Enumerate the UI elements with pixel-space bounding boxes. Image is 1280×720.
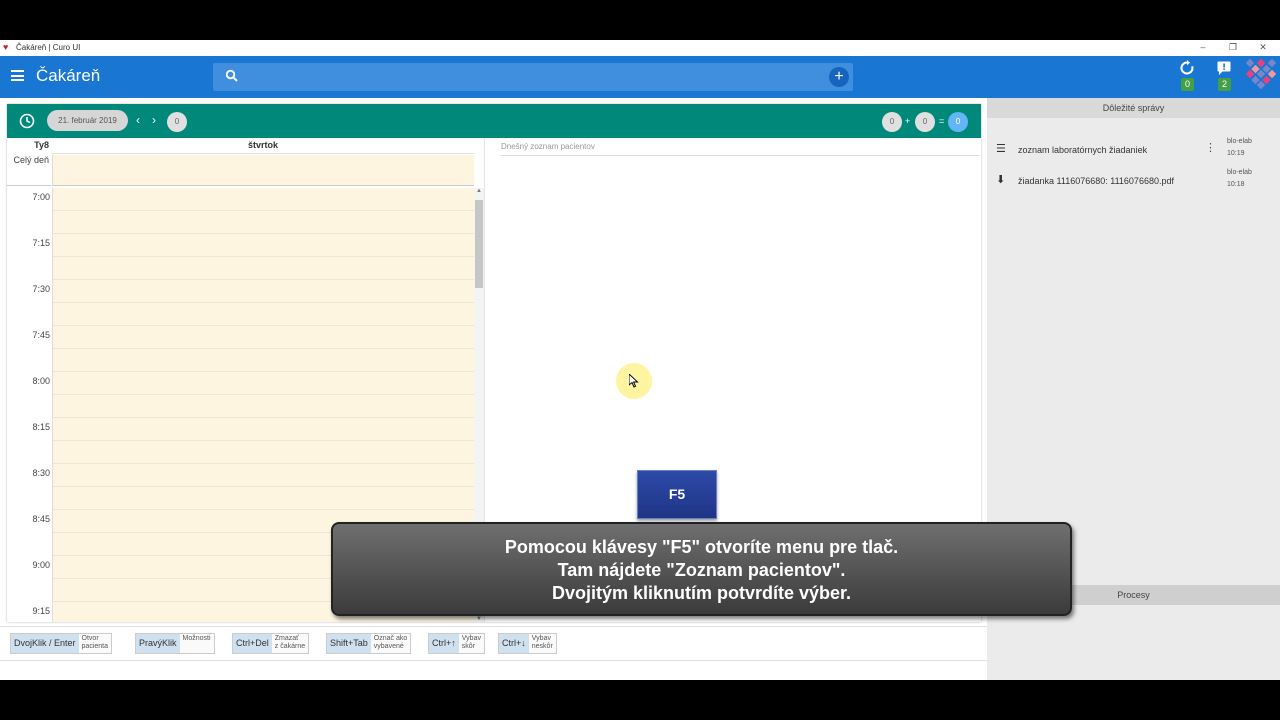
clock-icon[interactable] (18, 112, 36, 130)
week-label: Ty8 (34, 140, 49, 150)
time-label: 9:00 (32, 560, 50, 570)
date-picker[interactable]: 21. február 2019 (47, 110, 128, 131)
message-item[interactable]: ☰ zoznam laboratórnych žiadaniek ⋮ blo-e… (987, 138, 1280, 168)
shortcut-later[interactable]: Ctrl+↓ Vybav neskôr (498, 633, 557, 654)
app-window: ♥ Čakáreň | Curo UI – ❐ ✕ Čakáreň + 0 2 (0, 40, 1280, 680)
shortcut-delete[interactable]: Ctrl+Del Zmazať z čakárne (232, 633, 310, 654)
app-logo-icon: ♥ (3, 42, 9, 52)
message-item[interactable]: ⬇ žiadanka 1116076680: 1116076680.pdf bl… (987, 169, 1280, 199)
search-input[interactable]: + (213, 63, 853, 91)
shortcut-key: PravýKlik (136, 634, 180, 653)
next-day-button[interactable]: › (152, 113, 156, 127)
messages-badge: 2 (1218, 78, 1231, 91)
patient-count-badge: 0 (167, 112, 187, 132)
day-header: štvrtok (52, 140, 474, 154)
shortcut-desc: Otvor pacienta (81, 635, 108, 650)
message-time: 10:18 (1227, 181, 1245, 188)
app-bar: Čakáreň + 0 2 (0, 56, 1280, 98)
calendar-toolbar: 21. február 2019 ‹ › 0 0 + 0 = 0 (7, 104, 981, 138)
restore-button[interactable]: ❐ (1226, 41, 1240, 53)
sync-icon[interactable] (1176, 60, 1198, 80)
tutorial-caption: Pomocou klávesy "F5" otvoríte menu pre t… (331, 522, 1072, 616)
time-label: 7:00 (32, 192, 50, 202)
shortcut-bar: DvojKlik / Enter Otvor pacienta PravýKlik… (0, 626, 987, 660)
time-label: 8:15 (32, 422, 50, 432)
patient-list-header: Dnešný zoznam pacientov (501, 142, 979, 156)
status-line (0, 660, 987, 680)
prev-day-button[interactable]: ‹ (136, 113, 140, 127)
time-label: 7:45 (32, 330, 50, 340)
total-sum: 0 (948, 112, 968, 132)
shortcut-open-patient[interactable]: DvojKlik / Enter Otvor pacienta (10, 633, 112, 654)
caption-line: Tam nájdete "Zoznam pacientov". (557, 560, 846, 580)
shortcut-desc: Označ ako vybavené (373, 635, 408, 650)
message-text: žiadanka 1116076680: 1116076680.pdf (1018, 176, 1174, 186)
message-user: blo-elab (1227, 169, 1252, 176)
shortcut-desc: Vybav neskôr (531, 635, 553, 650)
shortcut-options[interactable]: PravýKlik Možnosti (135, 633, 215, 654)
caption-line: Pomocou klávesy "F5" otvoríte menu pre t… (504, 537, 899, 557)
time-label: 8:00 (32, 376, 50, 386)
close-window-button[interactable]: ✕ (1256, 41, 1270, 53)
mouse-pointer-icon (629, 374, 639, 388)
sync-badge: 0 (1181, 78, 1194, 91)
total-count-1: 0 (882, 112, 902, 132)
shortcut-key: DvojKlik / Enter (11, 634, 79, 653)
caption-line: Dvojitým kliknutím potvrdíte výber. (551, 583, 852, 603)
shortcut-desc: Možnosti (182, 635, 211, 642)
shortcut-key: Ctrl+Del (233, 634, 272, 653)
processes-label: Procesy (1117, 590, 1150, 600)
total-count-2: 0 (915, 112, 935, 132)
shortcut-sooner[interactable]: Ctrl+↑ Vybav skôr (428, 633, 485, 654)
shortcut-mark-done[interactable]: Shift+Tab Označ ako vybavené (326, 633, 412, 654)
hamburger-menu-icon[interactable] (11, 70, 24, 81)
allday-slot[interactable] (52, 155, 474, 186)
list-icon: ☰ (996, 143, 1006, 155)
time-label: 9:15 (32, 606, 50, 616)
shortcut-key: Ctrl+↓ (499, 634, 529, 653)
messages-icon[interactable] (1213, 60, 1235, 80)
allday-label: Celý deň (7, 155, 51, 186)
page-title: Čakáreň (36, 66, 101, 85)
shortcut-key: Shift+Tab (327, 634, 371, 653)
shortcut-key: Ctrl+↑ (429, 634, 459, 653)
minimize-button[interactable]: – (1196, 41, 1210, 53)
more-options-icon[interactable]: ⋮ (1205, 142, 1216, 154)
important-messages-header: Dôležité správy (987, 98, 1280, 118)
message-user: blo-elab (1227, 138, 1252, 145)
shortcut-desc: Vybav skôr (461, 635, 481, 650)
time-label: 8:45 (32, 514, 50, 524)
message-time: 10:19 (1227, 150, 1245, 157)
plus-sign: + (905, 116, 911, 126)
time-label: 7:30 (32, 284, 50, 294)
scrollbar-thumb[interactable] (475, 200, 483, 288)
equals-sign: = (939, 116, 945, 126)
window-title: Čakáreň | Curo UI (16, 43, 81, 52)
scroll-down-icon[interactable]: ▼ (475, 616, 483, 622)
scroll-up-icon[interactable]: ▲ (475, 188, 483, 194)
keypress-indicator: F5 (637, 470, 717, 519)
brand-logo-icon[interactable] (1245, 58, 1277, 90)
time-label: 7:15 (32, 238, 50, 248)
time-label: 8:30 (32, 468, 50, 478)
download-icon: ⬇ (996, 174, 1006, 186)
add-patient-button[interactable]: + (829, 67, 849, 87)
time-column: 7:00 7:15 7:30 7:45 8:00 8:15 8:30 8:45 … (7, 188, 52, 622)
shortcut-desc: Zmazať z čakárne (274, 635, 306, 650)
message-text: zoznam laboratórnych žiadaniek (1018, 145, 1148, 155)
search-icon (225, 69, 238, 82)
window-titlebar: ♥ Čakáreň | Curo UI – ❐ ✕ (0, 40, 1280, 56)
